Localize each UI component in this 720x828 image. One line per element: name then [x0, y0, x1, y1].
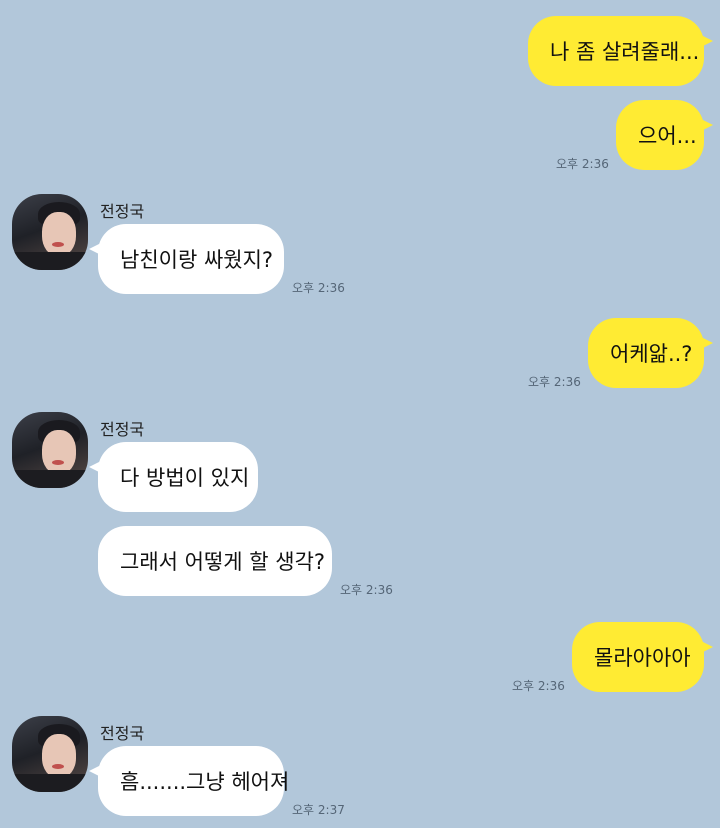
- message-bubble-outgoing[interactable]: 어케앎..?: [588, 318, 713, 388]
- message-timestamp: 오후 2:37: [292, 803, 345, 817]
- avatar-shirt: [12, 774, 88, 792]
- sender-name: 전정국: [100, 420, 145, 439]
- sender-name: 전정국: [100, 202, 145, 221]
- message-bubble-incoming[interactable]: 흠.......그냥 헤어져: [89, 746, 289, 816]
- message-text: 나 좀 살려줄래...: [550, 40, 700, 64]
- sender-name: 전정국: [100, 724, 145, 743]
- sender-avatar[interactable]: [12, 194, 88, 270]
- message-bubble-outgoing[interactable]: 나 좀 살려줄래...: [528, 16, 713, 86]
- sender-avatar[interactable]: [12, 716, 88, 792]
- avatar-shirt: [12, 470, 88, 488]
- message-text: 몰라아아아: [594, 646, 691, 670]
- message-bubble-incoming[interactable]: 남친이랑 싸웠지?: [89, 224, 284, 294]
- avatar-lip: [52, 764, 64, 769]
- avatar-face: [42, 430, 76, 474]
- sender-avatar[interactable]: [12, 412, 88, 488]
- message-timestamp: 오후 2:36: [556, 157, 609, 171]
- message-text: 남친이랑 싸웠지?: [120, 248, 274, 272]
- message-bubble-incoming[interactable]: 그래서 어떻게 할 생각?: [98, 526, 332, 596]
- message-timestamp: 오후 2:36: [512, 679, 565, 693]
- avatar-shirt: [12, 252, 88, 270]
- message-text: 흠.......그냥 헤어져: [120, 770, 290, 794]
- message-text: 으어...: [638, 124, 697, 148]
- avatar-lip: [52, 242, 64, 247]
- message-timestamp: 오후 2:36: [292, 281, 345, 295]
- message-bubble-outgoing[interactable]: 으어...: [616, 100, 713, 170]
- message-timestamp: 오후 2:36: [340, 583, 393, 597]
- message-bubble-outgoing[interactable]: 몰라아아아: [572, 622, 713, 692]
- message-text: 어케앎..?: [610, 342, 693, 366]
- message-bubble-incoming[interactable]: 다 방법이 있지: [89, 442, 258, 512]
- message-text: 그래서 어떻게 할 생각?: [120, 550, 326, 574]
- message-text: 다 방법이 있지: [120, 466, 250, 490]
- avatar-face: [42, 212, 76, 256]
- message-timestamp: 오후 2:36: [528, 375, 581, 389]
- avatar-face: [42, 734, 76, 778]
- avatar-lip: [52, 460, 64, 465]
